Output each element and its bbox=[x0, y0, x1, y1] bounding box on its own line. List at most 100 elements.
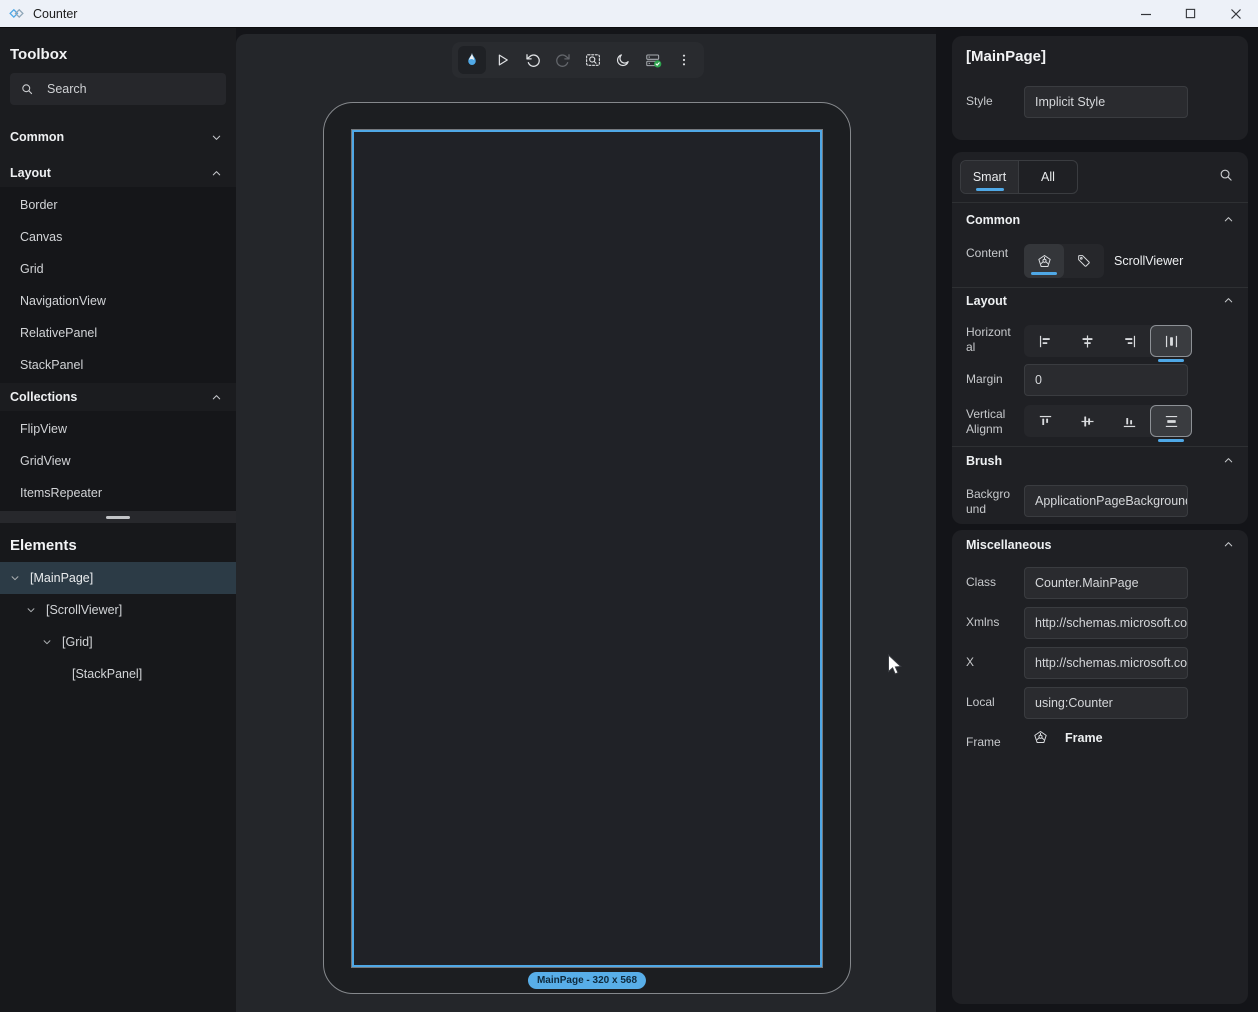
section-common[interactable]: Common bbox=[966, 213, 1020, 227]
align-top-button[interactable] bbox=[1024, 405, 1066, 437]
zoom-region-icon[interactable] bbox=[579, 46, 607, 74]
tree-item-scrollviewer[interactable]: [ScrollViewer] bbox=[0, 594, 236, 626]
section-layout[interactable]: Layout bbox=[966, 294, 1007, 308]
chevron-down-icon[interactable] bbox=[26, 605, 36, 615]
inspector-header-card: [MainPage] Style Implicit Style bbox=[952, 36, 1248, 140]
undo-icon[interactable] bbox=[519, 46, 547, 74]
chevron-down-icon[interactable] bbox=[42, 637, 52, 647]
align-left-button[interactable] bbox=[1024, 325, 1066, 357]
align-center-vertical-button[interactable] bbox=[1066, 405, 1108, 437]
elements-title: Elements bbox=[0, 523, 236, 562]
app-logo-icon bbox=[8, 5, 25, 22]
class-input[interactable]: Counter.MainPage bbox=[1024, 567, 1188, 599]
tab-smart[interactable]: Smart bbox=[961, 161, 1018, 193]
selected-indicator bbox=[1158, 439, 1184, 442]
toolbox-item-stackpanel[interactable]: StackPanel bbox=[0, 349, 236, 381]
margin-input[interactable]: 0 bbox=[1024, 364, 1188, 396]
chevron-up-icon[interactable] bbox=[1223, 214, 1234, 225]
tree-item-mainpage[interactable]: [MainPage] bbox=[0, 562, 236, 594]
property-tabs: Smart All bbox=[960, 160, 1078, 194]
design-canvas[interactable]: MainPage - 320 x 568 bbox=[236, 34, 948, 1012]
mouse-cursor bbox=[887, 654, 904, 678]
maximize-button[interactable] bbox=[1168, 0, 1213, 28]
local-label: Local bbox=[966, 695, 1014, 710]
splitter-handle-icon bbox=[106, 516, 130, 519]
background-input[interactable]: ApplicationPageBackground bbox=[1024, 485, 1188, 517]
chevron-down-icon[interactable] bbox=[10, 573, 20, 583]
more-options-kebab-icon[interactable] bbox=[670, 46, 698, 74]
property-search-icon[interactable] bbox=[1218, 167, 1235, 184]
toolbox-item-flipview[interactable]: FlipView bbox=[0, 413, 236, 445]
toolbox-section-layout[interactable]: Layout bbox=[0, 159, 236, 187]
x-namespace-input[interactable]: http://schemas.microsoft.com bbox=[1024, 647, 1188, 679]
section-miscellaneous[interactable]: Miscellaneous bbox=[966, 538, 1051, 552]
minimize-button[interactable] bbox=[1123, 0, 1168, 28]
page-design-surface[interactable] bbox=[352, 130, 822, 967]
section-brush[interactable]: Brush bbox=[966, 454, 1002, 468]
style-input[interactable]: Implicit Style bbox=[1024, 86, 1188, 118]
content-mode-toggle bbox=[1024, 244, 1104, 278]
diagnostics-check-icon[interactable] bbox=[640, 46, 668, 74]
background-label: Background bbox=[966, 487, 1014, 517]
horizontal-alignment-group bbox=[1024, 325, 1192, 357]
chevron-up-icon[interactable] bbox=[1223, 295, 1234, 306]
play-icon[interactable] bbox=[488, 46, 516, 74]
active-tab-indicator bbox=[976, 188, 1004, 191]
toolbox-item-itemsrepeater[interactable]: ItemsRepeater bbox=[0, 477, 236, 509]
tree-item-grid[interactable]: [Grid] bbox=[0, 626, 236, 658]
selected-indicator bbox=[1158, 359, 1184, 362]
align-bottom-button[interactable] bbox=[1108, 405, 1150, 437]
toolbox-item-navigationview[interactable]: NavigationView bbox=[0, 285, 236, 317]
toolbox-title: Toolbox bbox=[0, 28, 236, 67]
toolbox-item-border[interactable]: Border bbox=[0, 189, 236, 221]
hot-reload-flame-icon[interactable] bbox=[458, 46, 486, 74]
horizontal-alignment-label: Horizontal bbox=[966, 325, 1014, 355]
chevron-up-icon[interactable] bbox=[1223, 539, 1234, 550]
vertical-alignment-group bbox=[1024, 405, 1192, 437]
class-label: Class bbox=[966, 575, 1014, 590]
inspector-properties-card: Smart All Common Content bbox=[952, 152, 1248, 524]
content-element-mode-button[interactable] bbox=[1024, 244, 1064, 278]
toolbox-panel: Toolbox Common Layout Border Canvas Grid… bbox=[0, 28, 236, 1012]
chevron-up-icon bbox=[211, 168, 222, 179]
inspector-misc-card: Miscellaneous Class Counter.MainPage Xml… bbox=[952, 530, 1248, 1004]
toolbox-section-collections[interactable]: Collections bbox=[0, 383, 236, 411]
frame-label: Frame bbox=[966, 735, 1014, 750]
design-toolbar bbox=[452, 42, 704, 78]
redo-icon[interactable] bbox=[549, 46, 577, 74]
titlebar: Counter bbox=[0, 0, 1258, 28]
close-button[interactable] bbox=[1213, 0, 1258, 28]
local-input[interactable]: using:Counter bbox=[1024, 687, 1188, 719]
xmlns-label: Xmlns bbox=[966, 615, 1014, 630]
stretch-horizontal-button[interactable] bbox=[1150, 325, 1192, 357]
margin-label: Margin bbox=[966, 372, 1014, 387]
align-center-horizontal-button[interactable] bbox=[1066, 325, 1108, 357]
theme-toggle-moon-icon[interactable] bbox=[609, 46, 637, 74]
vertical-alignment-label: Vertical Alignm bbox=[966, 407, 1014, 437]
window-title: Counter bbox=[33, 7, 77, 21]
inspector-panel: [MainPage] Style Implicit Style Smart Al… bbox=[936, 28, 1258, 1012]
xmlns-input[interactable]: http://schemas.microsoft.com bbox=[1024, 607, 1188, 639]
stretch-vertical-button[interactable] bbox=[1150, 405, 1192, 437]
x-label: X bbox=[966, 655, 1014, 670]
content-tag-mode-button[interactable] bbox=[1064, 244, 1104, 278]
toolbox-search-input[interactable] bbox=[45, 81, 216, 97]
panel-splitter[interactable] bbox=[0, 511, 236, 523]
toolbox-search[interactable] bbox=[10, 73, 226, 105]
toolbox-item-canvas[interactable]: Canvas bbox=[0, 221, 236, 253]
active-mode-indicator bbox=[1031, 272, 1057, 275]
tree-item-stackpanel[interactable]: [StackPanel] bbox=[0, 658, 236, 690]
toolbox-item-grid[interactable]: Grid bbox=[0, 253, 236, 285]
search-icon bbox=[20, 82, 35, 97]
toolbox-item-relativepanel[interactable]: RelativePanel bbox=[0, 317, 236, 349]
selected-element-title: [MainPage] bbox=[966, 48, 1046, 65]
toolbox-item-gridview[interactable]: GridView bbox=[0, 445, 236, 477]
content-value-reference[interactable]: ScrollViewer bbox=[1114, 254, 1183, 268]
chevron-down-icon bbox=[211, 132, 222, 143]
align-right-button[interactable] bbox=[1108, 325, 1150, 357]
frame-reference[interactable]: Frame bbox=[1032, 729, 1103, 746]
chevron-up-icon[interactable] bbox=[1223, 455, 1234, 466]
toolbox-section-common[interactable]: Common bbox=[0, 123, 236, 151]
element-shield-icon bbox=[1032, 729, 1049, 746]
tab-all[interactable]: All bbox=[1018, 161, 1077, 193]
